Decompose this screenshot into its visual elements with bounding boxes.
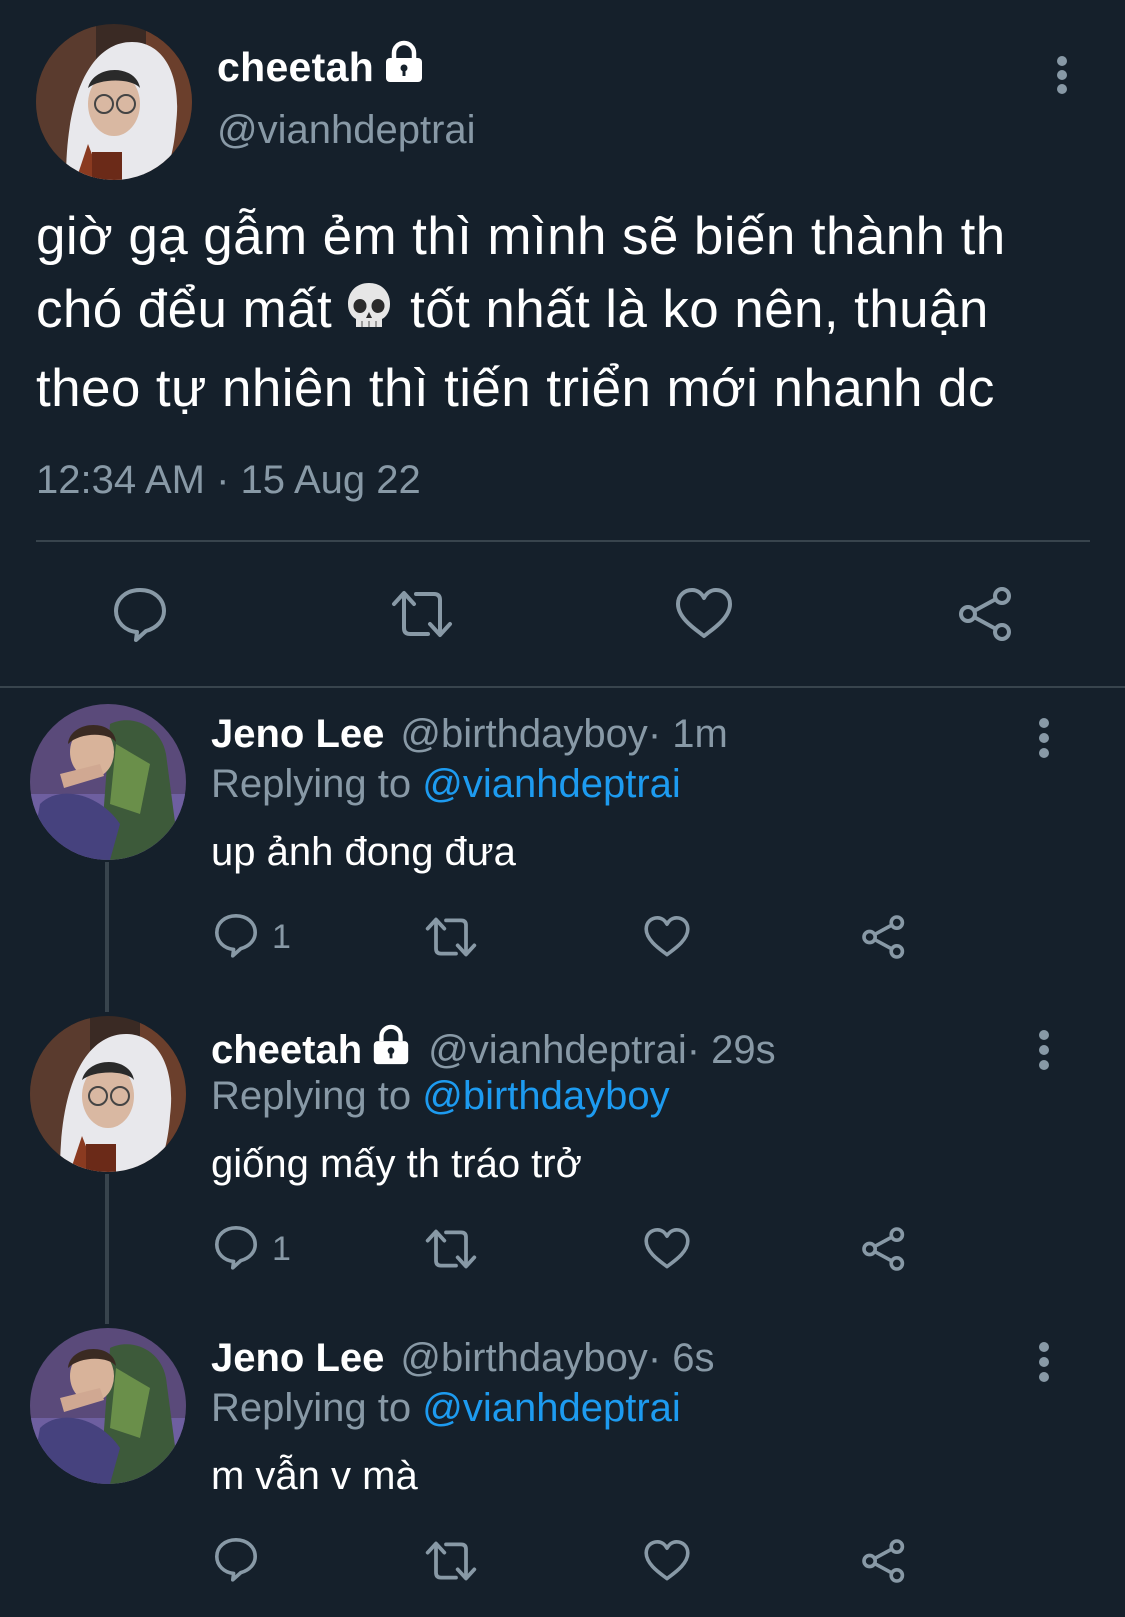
author-name-text: cheetah	[217, 43, 375, 90]
thread-connector	[105, 862, 109, 1012]
replying-to: Replying to @birthdayboy	[211, 1074, 670, 1119]
reply-button[interactable]: 1	[212, 1224, 291, 1274]
author-name[interactable]: Jeno Lee	[211, 1336, 384, 1381]
replying-to-label: Replying to	[211, 1074, 423, 1118]
reply-count: 1	[272, 917, 291, 956]
reply-icon[interactable]	[110, 584, 170, 644]
retweet-icon[interactable]	[390, 584, 452, 644]
replying-to: Replying to @vianhdeptrai	[211, 1386, 681, 1431]
reply-button[interactable]: 1	[212, 912, 291, 962]
author-handle[interactable]: @birthdayboy	[400, 1336, 647, 1381]
share-icon[interactable]	[956, 584, 1016, 644]
share-icon[interactable]	[860, 1536, 908, 1586]
author-name-text: cheetah	[211, 1027, 363, 1072]
avatar[interactable]	[30, 1016, 186, 1172]
more-options-icon[interactable]	[1032, 718, 1056, 758]
author-name-text: Jeno Lee	[211, 712, 385, 756]
reply-time: · 29s	[686, 1027, 776, 1072]
reply-text: up ảnh đong đưa	[211, 830, 516, 874]
tweet-detail-page: cheetah @vianhdeptrai giờ gạ gẫm ẻm thì …	[0, 0, 1125, 1617]
avatar[interactable]	[36, 24, 192, 180]
reply-text: giống mấy th tráo trở	[211, 1142, 582, 1186]
reply-button[interactable]	[212, 1536, 272, 1586]
reply-time: · 1m	[647, 712, 728, 756]
like-icon[interactable]	[643, 912, 691, 962]
retweet-icon[interactable]	[424, 1536, 478, 1586]
author-name[interactable]: Jeno Lee	[211, 712, 384, 757]
mention-link[interactable]: @vianhdeptrai	[422, 762, 681, 806]
avatar[interactable]	[30, 1328, 186, 1484]
author-handle[interactable]: @birthdayboy	[400, 712, 647, 757]
reply-icon	[212, 911, 260, 964]
tweet-text: giờ gạ gẫm ẻm thì mình sẽ biến thành th …	[36, 200, 1096, 425]
replying-to: Replying to @vianhdeptrai	[211, 762, 681, 807]
author-name-text: Jeno Lee	[211, 1336, 385, 1380]
author-name[interactable]: cheetah	[217, 40, 426, 94]
reply-text: m vẫn v mà	[211, 1454, 418, 1498]
lock-icon	[382, 40, 426, 94]
lock-icon	[370, 1024, 412, 1076]
reply-count: 1	[272, 1229, 291, 1268]
reply-icon	[212, 1223, 260, 1276]
more-options-icon[interactable]	[1050, 56, 1074, 94]
divider	[36, 540, 1090, 542]
author-name[interactable]: cheetah	[211, 1024, 412, 1076]
like-icon[interactable]	[674, 584, 734, 644]
mention-link[interactable]: @vianhdeptrai	[422, 1386, 681, 1430]
reply-header: cheetah @vianhdeptrai · 29s	[211, 1024, 776, 1076]
like-icon[interactable]	[643, 1224, 691, 1274]
mention-link[interactable]: @birthdayboy	[422, 1074, 669, 1118]
replying-to-label: Replying to	[211, 762, 423, 806]
like-icon[interactable]	[643, 1536, 691, 1586]
skull-emoji-icon	[344, 279, 394, 352]
avatar[interactable]	[30, 704, 186, 860]
reply-header: Jeno Lee @birthdayboy · 1m	[211, 712, 728, 757]
thread-connector	[105, 1174, 109, 1324]
replying-to-label: Replying to	[211, 1386, 423, 1430]
retweet-icon[interactable]	[424, 912, 478, 962]
author-handle[interactable]: @vianhdeptrai	[428, 1028, 687, 1073]
reply-icon	[212, 1535, 260, 1588]
share-icon[interactable]	[860, 912, 908, 962]
retweet-icon[interactable]	[424, 1224, 478, 1274]
reply-header: Jeno Lee @birthdayboy · 6s	[211, 1336, 715, 1381]
reply-time: · 6s	[647, 1336, 715, 1380]
divider	[0, 686, 1125, 688]
more-options-icon[interactable]	[1032, 1342, 1056, 1382]
tweet-timestamp[interactable]: 12:34 AM · 15 Aug 22	[36, 458, 421, 503]
share-icon[interactable]	[860, 1224, 908, 1274]
author-handle[interactable]: @vianhdeptrai	[217, 108, 476, 153]
more-options-icon[interactable]	[1032, 1030, 1056, 1070]
